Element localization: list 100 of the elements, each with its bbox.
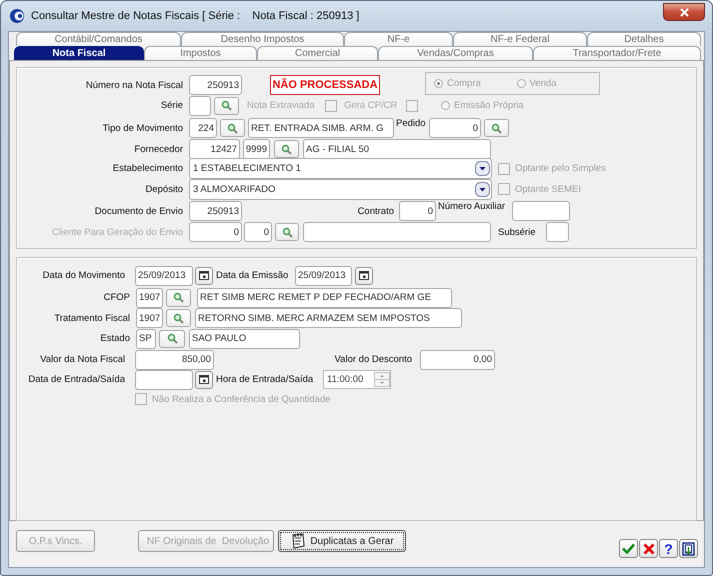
field-label: Tratamento Fiscal	[53, 312, 130, 324]
search-icon	[281, 144, 292, 154]
input-field[interactable]: 12427	[189, 139, 240, 159]
field-label: Depósito	[144, 184, 183, 194]
tab[interactable]: Contábil/Comandos	[16, 32, 181, 46]
field-label: Subsérie	[498, 226, 536, 238]
app-icon	[9, 8, 25, 24]
search-button[interactable]	[274, 140, 299, 158]
input-field[interactable]: 0,00	[420, 350, 495, 370]
check-icon	[622, 543, 635, 554]
status-label: NÃO PROCESSADA	[270, 75, 380, 95]
search-icon	[221, 100, 232, 111]
input-field[interactable]: 1907	[136, 308, 163, 328]
exit-button[interactable]	[679, 539, 698, 558]
tab[interactable]: Vendas/Compras	[378, 46, 533, 60]
cross-icon	[642, 542, 654, 554]
field-label: Cliente Para Geração do Envio	[51, 226, 183, 238]
search-button[interactable]	[484, 119, 509, 137]
spinner-icon	[374, 372, 390, 387]
search-button[interactable]	[214, 96, 239, 114]
checkbox-label: Optante SEMEI	[515, 184, 582, 194]
tab[interactable]: Desenho Impostos	[181, 32, 344, 46]
search-icon	[282, 226, 292, 238]
search-icon	[173, 312, 184, 324]
input-field[interactable]: 9999	[243, 139, 270, 159]
input-field[interactable]: RET SIMB MERC REMET P DEP FECHADO/ARM GE	[197, 288, 452, 308]
field-label: Nota Extraviada	[247, 100, 316, 111]
checkbox-label: Não Realiza a Conferência de Quantidade	[152, 394, 331, 404]
search-button[interactable]	[159, 330, 185, 348]
search-button[interactable]	[220, 119, 245, 137]
input-field[interactable]	[189, 96, 211, 116]
field-label: Tipo de Movimento	[102, 122, 183, 134]
radio-label: Venda	[530, 78, 556, 88]
field-label: CFOP	[102, 292, 130, 303]
search-icon	[491, 122, 502, 134]
close-icon	[680, 8, 688, 16]
field-label: Data da Emissão	[216, 270, 290, 281]
input-field[interactable]	[546, 222, 569, 242]
input-field[interactable]: 224	[189, 118, 217, 138]
input-field[interactable]: AG - FILIAL 50	[303, 139, 491, 159]
input-field[interactable]: 0	[429, 118, 481, 138]
close-button[interactable]	[663, 3, 705, 21]
input-field[interactable]: 1907	[136, 288, 163, 308]
field-label: Número na Nota Fiscal	[84, 80, 183, 90]
input-field[interactable]: SP	[136, 328, 156, 348]
input-field[interactable]: 0	[189, 222, 242, 242]
input-field[interactable]	[135, 370, 193, 390]
cancel-button[interactable]	[639, 539, 658, 558]
tab[interactable]: Comercial	[257, 46, 378, 60]
confirm-button[interactable]	[619, 539, 638, 558]
calendar-button[interactable]	[355, 266, 373, 284]
input-field[interactable]: 0	[244, 222, 272, 242]
input-field[interactable]: 0	[399, 201, 436, 221]
search-button[interactable]	[275, 223, 299, 241]
calendar-button[interactable]	[195, 266, 213, 284]
calendar-icon	[359, 271, 369, 280]
calendar-button[interactable]	[195, 370, 213, 388]
field-label: Série	[160, 100, 183, 111]
input-field[interactable]: 250913	[189, 75, 242, 95]
search-icon	[173, 292, 184, 303]
input-field[interactable]: RET. ENTRADA SIMB. ARM. G	[248, 118, 394, 138]
input-field[interactable]: RETORNO SIMB. MERC ARMAZEM SEM IMPOSTOS	[195, 308, 462, 328]
time-field[interactable]: 11:00:00	[323, 370, 391, 389]
tab[interactable]: Detalhes	[587, 32, 701, 46]
tab[interactable]: Transportador/Frete	[533, 46, 701, 60]
calendar-icon	[199, 271, 209, 280]
action-button[interactable]: Duplicatas a Gerar	[278, 530, 406, 552]
tab[interactable]: Impostos	[144, 46, 257, 60]
input-field[interactable]: SAO PAULO	[189, 328, 300, 348]
field-label: Data de Entrada/Saída	[27, 374, 125, 385]
field-label: Valor da Nota Fiscal	[39, 354, 125, 365]
field-label: Contrato	[356, 206, 394, 216]
field-label: Fornecedor	[133, 144, 183, 154]
dropdown[interactable]: 1 ESTABELECIMENTO 1	[189, 158, 492, 179]
window-title: Consultar Mestre de Notas Fiscais [ Série : Nota Fiscal : 250913 ]	[31, 10, 360, 22]
checkbox-label: Optante pelo Simples	[515, 163, 606, 174]
calendar-icon	[199, 375, 209, 384]
field-label: Hora de Entrada/Saída	[216, 374, 314, 385]
search-button[interactable]	[166, 309, 191, 327]
tab[interactable]: NF-e	[344, 32, 453, 46]
field-label: Valor do Desconto	[334, 354, 412, 365]
tab[interactable]: Nota Fiscal	[14, 46, 144, 60]
input-field[interactable]: 850,00	[135, 350, 214, 370]
input-field[interactable]: 25/09/2013	[295, 266, 352, 286]
radio-label: Emissão Própria	[454, 100, 524, 111]
search-icon	[227, 122, 238, 134]
field-label: Pedido	[396, 118, 427, 129]
input-field[interactable]	[303, 222, 491, 242]
notepad-icon	[290, 533, 306, 549]
door-icon	[682, 542, 695, 556]
dropdown[interactable]: 3 ALMOXARIFADO	[189, 178, 492, 200]
field-label: Estado	[99, 333, 130, 344]
tab[interactable]: NF-e Federal	[453, 32, 587, 46]
field-label: Estabelecimento	[112, 163, 183, 174]
input-field[interactable]	[512, 201, 570, 221]
input-field[interactable]: 25/09/2013	[135, 266, 193, 286]
field-label: Data do Movimento	[42, 270, 125, 281]
help-button[interactable]: ?	[659, 539, 678, 558]
field-label: Documento de Envio	[94, 206, 183, 216]
input-field[interactable]: 250913	[189, 201, 242, 221]
